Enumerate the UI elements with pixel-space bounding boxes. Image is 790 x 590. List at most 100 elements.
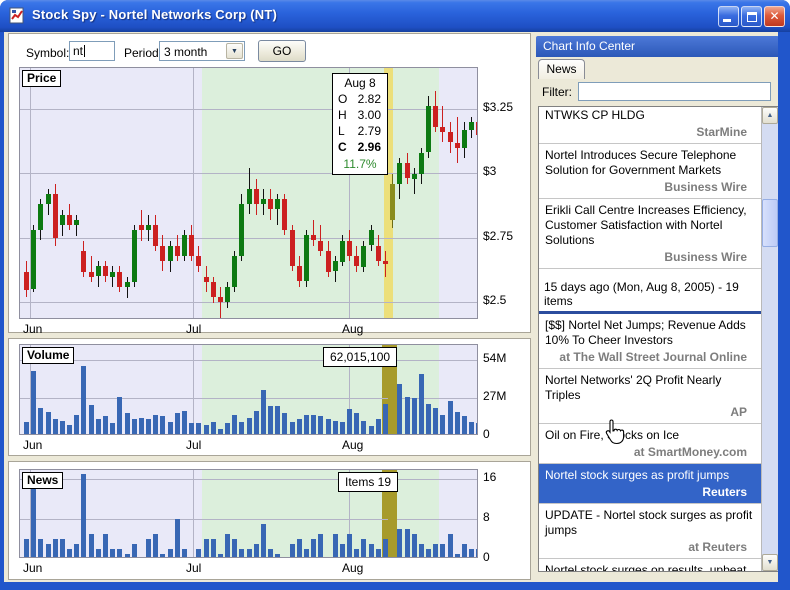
maximize-button[interactable] bbox=[741, 6, 762, 27]
volume-bar[interactable] bbox=[268, 406, 273, 435]
candle[interactable] bbox=[412, 174, 417, 179]
candle[interactable] bbox=[340, 241, 345, 262]
news-bar[interactable] bbox=[96, 549, 101, 558]
volume-bar[interactable] bbox=[290, 422, 295, 435]
tab-news[interactable]: News bbox=[538, 59, 585, 79]
volume-bar[interactable] bbox=[218, 429, 223, 435]
volume-bar[interactable] bbox=[132, 419, 137, 435]
go-button[interactable]: GO bbox=[258, 40, 306, 62]
candle[interactable] bbox=[333, 261, 338, 271]
candle[interactable] bbox=[24, 272, 29, 290]
news-list-item[interactable]: Nortel Networks' 2Q Profit Nearly Triple… bbox=[539, 369, 761, 424]
candle[interactable] bbox=[146, 225, 151, 230]
volume-bar[interactable] bbox=[247, 418, 252, 435]
candle[interactable] bbox=[218, 297, 223, 302]
candle[interactable] bbox=[153, 225, 158, 246]
candle[interactable] bbox=[297, 266, 302, 281]
candle[interactable] bbox=[125, 282, 130, 287]
candle[interactable] bbox=[426, 106, 431, 152]
candle[interactable] bbox=[354, 256, 359, 266]
candle[interactable] bbox=[225, 287, 230, 302]
candle[interactable] bbox=[110, 272, 115, 277]
news-bar[interactable] bbox=[333, 534, 338, 558]
volume-bar[interactable] bbox=[89, 405, 94, 435]
volume-bar[interactable] bbox=[419, 374, 424, 435]
news-list-item[interactable]: Erikli Call Centre Increases Efficiency,… bbox=[539, 199, 761, 269]
volume-bar[interactable] bbox=[426, 404, 431, 435]
news-bar[interactable] bbox=[89, 534, 94, 558]
volume-bar[interactable] bbox=[455, 412, 460, 435]
volume-bar[interactable] bbox=[139, 418, 144, 435]
news-bar[interactable] bbox=[376, 549, 381, 558]
news-bar[interactable] bbox=[247, 549, 252, 558]
news-bar[interactable] bbox=[196, 549, 201, 558]
news-bar[interactable] bbox=[182, 549, 187, 558]
news-bar[interactable] bbox=[476, 549, 478, 558]
news-bar[interactable] bbox=[160, 554, 165, 558]
candle-wick[interactable] bbox=[313, 220, 314, 246]
candle[interactable] bbox=[326, 251, 331, 272]
news-bar[interactable] bbox=[311, 539, 316, 558]
volume-bar[interactable] bbox=[333, 421, 338, 435]
news-bar[interactable] bbox=[297, 539, 302, 558]
news-bar[interactable] bbox=[426, 549, 431, 558]
candle[interactable] bbox=[275, 199, 280, 209]
candle[interactable] bbox=[189, 235, 194, 256]
candle-wick[interactable] bbox=[127, 277, 128, 298]
volume-bar[interactable] bbox=[254, 411, 259, 435]
candle[interactable] bbox=[311, 235, 316, 240]
candle[interactable] bbox=[31, 230, 36, 289]
volume-bar[interactable] bbox=[160, 416, 165, 435]
volume-bar[interactable] bbox=[168, 422, 173, 435]
candle[interactable] bbox=[440, 127, 445, 132]
volume-bar[interactable] bbox=[340, 422, 345, 435]
candle[interactable] bbox=[476, 122, 478, 135]
candle[interactable] bbox=[74, 220, 79, 225]
volume-bar[interactable] bbox=[282, 413, 287, 435]
chevron-down-icon[interactable]: ▼ bbox=[226, 43, 243, 59]
news-list-item[interactable]: Nortel Introduces Secure Telephone Solut… bbox=[539, 144, 761, 199]
news-bar[interactable] bbox=[146, 539, 151, 558]
candle[interactable] bbox=[204, 277, 209, 282]
volume-bar[interactable] bbox=[125, 413, 130, 435]
candle-wick[interactable] bbox=[220, 287, 221, 318]
volume-bar[interactable] bbox=[448, 401, 453, 435]
scrollbar-thumb[interactable] bbox=[762, 199, 778, 247]
news-bar[interactable] bbox=[125, 554, 130, 558]
volume-bar[interactable] bbox=[103, 416, 108, 435]
candle-wick[interactable] bbox=[414, 168, 415, 194]
candle[interactable] bbox=[469, 122, 474, 130]
volume-bar[interactable] bbox=[311, 415, 316, 435]
news-bar[interactable] bbox=[347, 534, 352, 558]
news-list-item[interactable]: Oil on Fire, Stocks on Iceat SmartMoney.… bbox=[539, 424, 761, 464]
news-list-scrollbar[interactable]: ▲ ▼ bbox=[761, 107, 778, 571]
volume-bar[interactable] bbox=[38, 408, 43, 435]
news-bar[interactable] bbox=[354, 549, 359, 558]
news-bar[interactable] bbox=[462, 544, 467, 558]
volume-bar[interactable] bbox=[239, 422, 244, 435]
news-bar[interactable] bbox=[117, 549, 122, 558]
candle[interactable] bbox=[376, 246, 381, 261]
news-list-item[interactable]: [$$] Nortel Net Jumps; Revenue Adds 10% … bbox=[539, 314, 761, 369]
news-bar[interactable] bbox=[53, 539, 58, 558]
news-bar[interactable] bbox=[455, 554, 460, 558]
candle[interactable] bbox=[103, 266, 108, 276]
candle[interactable] bbox=[132, 230, 137, 282]
news-bar[interactable] bbox=[239, 549, 244, 558]
volume-bar[interactable] bbox=[376, 419, 381, 435]
price-chart[interactable]: Price Aug 8 O2.82 H3.00 L2.79 C2.96 11.7… bbox=[19, 67, 478, 319]
candle[interactable] bbox=[361, 246, 366, 267]
candle[interactable] bbox=[282, 199, 287, 230]
news-bar[interactable] bbox=[304, 549, 309, 558]
volume-bar[interactable] bbox=[146, 419, 151, 435]
volume-bar[interactable] bbox=[53, 419, 58, 435]
volume-bar[interactable] bbox=[96, 419, 101, 435]
symbol-input[interactable]: nt bbox=[69, 41, 115, 61]
period-select[interactable]: 3 month ▼ bbox=[159, 41, 245, 61]
volume-bar[interactable] bbox=[462, 416, 467, 435]
news-bar[interactable] bbox=[261, 524, 266, 558]
news-bar[interactable] bbox=[67, 549, 72, 558]
candle[interactable] bbox=[117, 272, 122, 287]
news-bar[interactable] bbox=[46, 544, 51, 558]
candle[interactable] bbox=[96, 266, 101, 276]
